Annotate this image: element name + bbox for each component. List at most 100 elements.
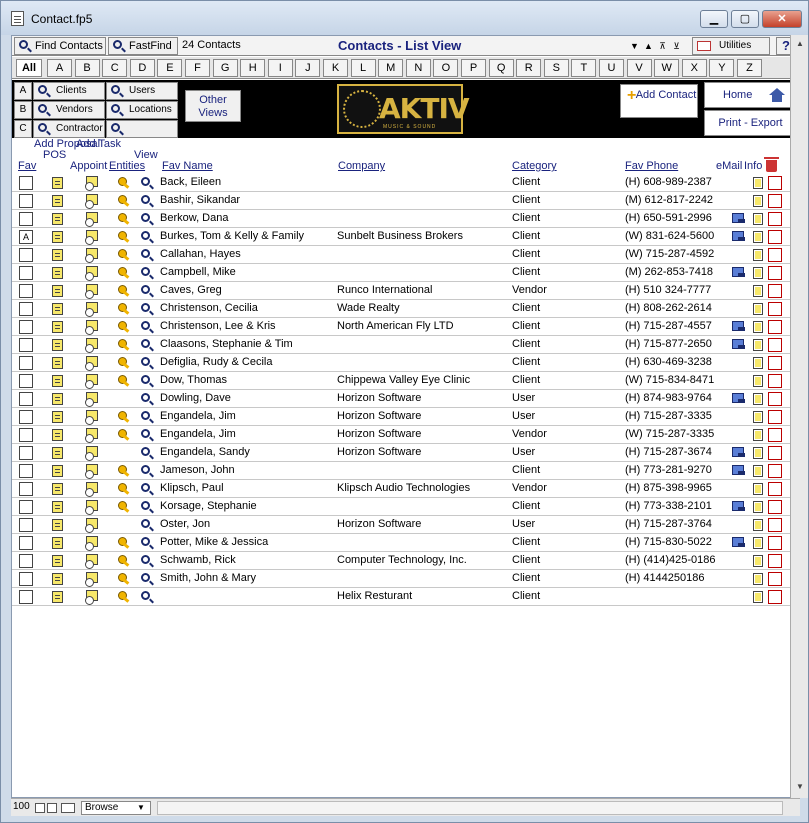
view-magnifier-icon[interactable] [141, 375, 150, 384]
status-area-icon[interactable] [61, 803, 75, 813]
contact-name[interactable]: Schwamb, Rick [160, 554, 335, 566]
favorite-checkbox[interactable] [19, 320, 33, 334]
favorite-checkbox[interactable] [19, 176, 33, 190]
maximize-button[interactable]: ▢ [731, 10, 759, 28]
table-row[interactable]: Bashir, Sikandar Client (M) 612-817-2242 [12, 192, 799, 210]
entities-key-icon[interactable] [118, 267, 132, 279]
info-icon[interactable] [753, 465, 763, 477]
table-row[interactable]: Claasons, Stephanie & Tim Client (H) 715-8… [12, 336, 799, 354]
contact-name[interactable]: Dowling, Dave [160, 392, 335, 404]
empty-entity-button[interactable] [106, 120, 178, 138]
letter-g-button[interactable]: G [212, 59, 238, 77]
favorite-checkbox[interactable] [19, 536, 33, 550]
delete-checkbox[interactable] [768, 464, 782, 478]
contact-name[interactable]: Jameson, John [160, 464, 335, 476]
delete-checkbox[interactable] [768, 590, 782, 604]
appointment-icon[interactable] [85, 248, 98, 263]
email-icon[interactable] [732, 447, 745, 457]
favorite-checkbox[interactable] [19, 392, 33, 406]
view-magnifier-icon[interactable] [141, 537, 150, 546]
appointment-icon[interactable] [85, 338, 98, 353]
favorite-checkbox[interactable] [19, 500, 33, 514]
appointment-icon[interactable] [85, 284, 98, 299]
header-fav[interactable]: Fav [18, 160, 36, 172]
header-entities[interactable]: Entities [109, 160, 145, 172]
letter-l-button[interactable]: L [350, 59, 376, 77]
entities-key-icon[interactable] [118, 375, 132, 387]
scroll-up-arrow[interactable]: ▲ [793, 37, 807, 51]
contact-name[interactable]: Bashir, Sikandar [160, 194, 335, 206]
entities-key-icon[interactable] [118, 465, 132, 477]
favorite-checkbox[interactable] [19, 302, 33, 316]
favorite-checkbox[interactable] [19, 338, 33, 352]
info-icon[interactable] [753, 591, 763, 603]
entities-key-icon[interactable] [118, 429, 132, 441]
info-icon[interactable] [753, 573, 763, 585]
view-magnifier-icon[interactable] [141, 213, 150, 222]
entities-key-icon[interactable] [118, 177, 132, 189]
appointment-icon[interactable] [85, 302, 98, 317]
contact-name[interactable]: Claasons, Stephanie & Tim [160, 338, 335, 350]
favorite-checkbox[interactable] [19, 446, 33, 460]
proposal-icon[interactable] [52, 573, 63, 585]
delete-checkbox[interactable] [768, 554, 782, 568]
letter-b-button[interactable]: B [74, 59, 100, 77]
delete-checkbox[interactable] [768, 374, 782, 388]
favorite-checkbox[interactable] [19, 356, 33, 370]
view-magnifier-icon[interactable] [141, 357, 150, 366]
delete-checkbox[interactable] [768, 428, 782, 442]
info-icon[interactable] [753, 339, 763, 351]
letter-q-button[interactable]: Q [488, 59, 514, 77]
contact-name[interactable]: Engandela, Sandy [160, 446, 335, 458]
entities-key-icon[interactable] [118, 501, 132, 513]
proposal-icon[interactable] [52, 447, 63, 459]
appointment-icon[interactable] [85, 464, 98, 479]
proposal-icon[interactable] [52, 429, 63, 441]
appointment-icon[interactable] [85, 266, 98, 281]
zoom-level[interactable]: 100 [13, 801, 30, 812]
home-button[interactable]: Home [704, 82, 797, 108]
table-row[interactable]: A Burkes, Tom & Kelly & Family Sunbelt Bus… [12, 228, 799, 246]
delete-checkbox[interactable] [768, 266, 782, 280]
view-magnifier-icon[interactable] [141, 501, 150, 510]
table-row[interactable]: Klipsch, Paul Klipsch Audio Technologies V… [12, 480, 799, 498]
info-icon[interactable] [753, 447, 763, 459]
proposal-icon[interactable] [52, 411, 63, 423]
appointment-icon[interactable] [85, 536, 98, 551]
scroll-down-arrow[interactable]: ▼ [793, 780, 807, 794]
entities-key-icon[interactable] [118, 537, 132, 549]
favorite-checkbox[interactable] [19, 482, 33, 496]
proposal-icon[interactable] [52, 537, 63, 549]
letter-p-button[interactable]: P [461, 59, 486, 77]
favorite-checkbox[interactable] [19, 284, 33, 298]
info-icon[interactable] [753, 195, 763, 207]
scroll-bottom-button[interactable]: ⊻ [670, 39, 683, 53]
proposal-icon[interactable] [52, 339, 63, 351]
entities-key-icon[interactable] [118, 555, 132, 567]
letter-all-button[interactable]: All [16, 59, 42, 77]
info-icon[interactable] [753, 357, 763, 369]
view-magnifier-icon[interactable] [141, 429, 150, 438]
letter-m-button[interactable]: M [378, 59, 404, 77]
delete-checkbox[interactable] [768, 500, 782, 514]
letter-s-button[interactable]: S [543, 59, 569, 77]
email-icon[interactable] [732, 321, 745, 331]
delete-checkbox[interactable] [768, 194, 782, 208]
header-category[interactable]: Category [512, 160, 557, 172]
favorite-checkbox[interactable] [19, 554, 33, 568]
table-row[interactable]: Dowling, Dave Horizon Software User (H) 874… [12, 390, 799, 408]
table-row[interactable]: Engandela, Jim Horizon Software User (H) 71… [12, 408, 799, 426]
entities-key-icon[interactable] [118, 483, 132, 495]
info-icon[interactable] [753, 375, 763, 387]
info-icon[interactable] [753, 177, 763, 189]
appointment-icon[interactable] [85, 392, 98, 407]
mode-dropdown-icon[interactable]: ▼ [137, 801, 145, 815]
view-magnifier-icon[interactable] [141, 465, 150, 474]
favorite-checkbox[interactable] [19, 572, 33, 586]
proposal-icon[interactable] [52, 321, 63, 333]
info-icon[interactable] [753, 393, 763, 405]
contact-name[interactable]: Korsage, Stephanie [160, 500, 335, 512]
entities-key-icon[interactable] [118, 249, 132, 261]
table-row[interactable]: Helix Resturant Client [12, 588, 799, 606]
favorite-checkbox[interactable] [19, 590, 33, 604]
